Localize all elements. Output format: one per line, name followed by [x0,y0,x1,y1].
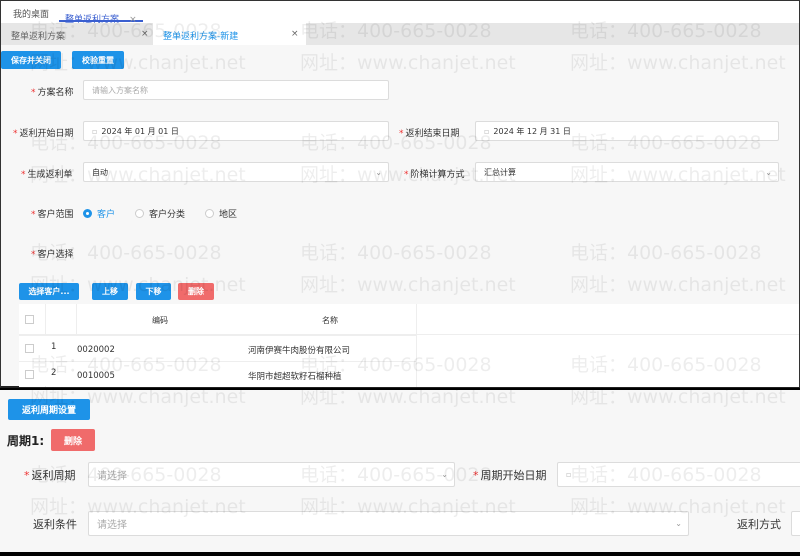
tab-my-desktop[interactable]: 我的桌面 [13,7,49,20]
second-tab-bar: 整单返利方案 × 整单返利方案-新建 × [1,23,799,45]
tier-calc-label: 阶梯计算方式 [410,170,465,180]
table-header: 编码 名称 [19,304,799,335]
cycle-label: 返利周期 [31,469,76,482]
delete-customer-button[interactable]: 删除 [178,283,214,300]
method-label: 返利方式 [737,518,781,531]
select-all-checkbox[interactable] [25,315,34,324]
close-icon[interactable]: × [141,29,149,39]
radio-region[interactable]: 地区 [205,207,237,220]
customer-scope-label: 客户范围 [37,210,74,220]
condition-label: 返利条件 [33,518,77,531]
chevron-down-icon: ⌄ [441,470,448,479]
select-customer-button[interactable]: 选择客户... [19,283,79,300]
calendar-icon: ▫ [484,126,490,136]
row-checkbox[interactable] [25,370,34,379]
top-tab-bar: 我的桌面 整单返利方案 × [1,1,799,25]
radio-customer[interactable]: 客户 [83,207,115,220]
move-down-button[interactable]: 下移 [136,283,171,300]
gen-order-label: 生成返利单 [27,170,73,180]
gen-order-select[interactable]: 自动 ⌄ [83,162,389,182]
tier-calc-select[interactable]: 汇总计算 ⌄ [475,162,779,182]
chevron-down-icon: ⌄ [675,519,682,528]
table-row[interactable]: 2 0010005 华阴市超超软籽石榴种植 [19,361,416,386]
row-checkbox[interactable] [25,344,34,353]
scheme-name-label: 方案名称 [37,88,74,98]
period-title: 周期1: [7,434,45,448]
tab-scheme-list[interactable]: 整单返利方案 [11,29,65,42]
calendar-icon: ▫ [566,470,572,479]
upper-panel: 我的桌面 整单返利方案 × 整单返利方案 × 整单返利方案-新建 × 保存并关闭… [0,0,800,388]
end-date-label: 返利结束日期 [405,129,460,139]
delete-period-button[interactable]: 删除 [51,429,95,451]
tab-scheme-new[interactable]: 整单返利方案-新建 × [153,23,306,45]
table-row[interactable]: 1 0020002 河南伊赛牛肉股份有限公司 [19,335,416,361]
close-icon[interactable]: × [291,29,299,39]
customer-scope-radio-group: 客户 客户分类 地区 [83,207,237,220]
start-date-input[interactable]: ▫ 2024 年 01 月 01 日 [83,121,389,141]
condition-select[interactable]: 请选择 ⌄ [88,511,689,536]
calendar-icon: ▫ [92,126,98,136]
save-close-button[interactable]: 保存并关闭 [1,51,61,69]
header-name: 名称 [322,316,338,325]
start-date-label: 返利开始日期 [19,129,74,139]
validate-reset-button[interactable]: 校验重置 [72,51,124,69]
radio-customer-category[interactable]: 客户分类 [135,207,185,220]
chevron-down-icon: ⌄ [765,167,772,177]
tab-rebate-scheme[interactable]: 整单返利方案 × [59,1,143,25]
method-select[interactable] [791,511,800,536]
end-date-input[interactable]: ▫ 2024 年 12 月 31 日 [475,121,779,141]
header-code: 编码 [152,316,168,325]
move-up-button[interactable]: 上移 [92,283,128,300]
lower-panel: 返利周期设置 周期1: 删除 * 返利周期 请选择 ⌄ * 周期开始日期 ▫ 返利条件… [0,390,800,552]
scheme-name-input[interactable]: 请输入方案名称 [83,80,389,100]
period-start-input[interactable]: ▫ [557,462,800,487]
cycle-select[interactable]: 请选择 ⌄ [88,462,455,487]
customer-select-label: 客户选择 [37,250,74,260]
rebate-period-settings-button[interactable]: 返利周期设置 [8,399,90,420]
period-start-label: 周期开始日期 [480,469,547,482]
chevron-down-icon: ⌄ [375,167,382,177]
